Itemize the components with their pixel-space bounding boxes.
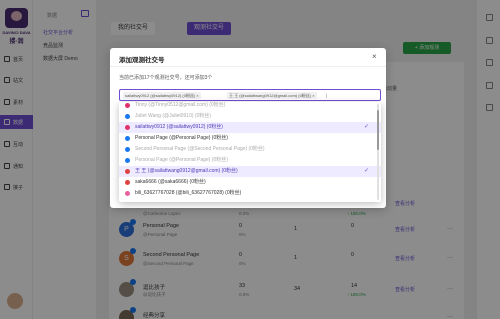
option-label: sailattwy0912 (@sailattwy0912) (0粉丝) <box>135 124 223 130</box>
weibo-icon <box>125 180 130 185</box>
facebook-icon <box>125 114 130 119</box>
dropdown-option[interactable]: Tinny (@Tinny0512@gmail.com) (0粉丝) <box>119 102 381 111</box>
selected-chip[interactable]: sailattwy0912 (@sailattwy0912) (0粉丝) × <box>123 92 201 99</box>
option-label: saka6666 (@saka6666) (0粉丝) <box>135 179 206 185</box>
divider <box>110 66 386 67</box>
app-root: DAVINCI DAVA 搂·润 首页 站文 素材 数据 互动 通知 接子 数据… <box>0 0 500 319</box>
instagram-icon <box>125 103 130 108</box>
weibo-icon <box>125 169 130 174</box>
dropdown-option[interactable]: sailattwy0912 (@sailattwy0912) (0粉丝) ✓ <box>119 122 381 133</box>
dropdown-option[interactable]: Personal Page (@Personal Page) (0粉丝) <box>119 133 381 144</box>
option-label: Personal Page (@Personal Page) (0粉丝) <box>135 135 228 141</box>
scrollbar-thumb[interactable] <box>377 110 379 150</box>
dropdown-option[interactable]: Second Personal Page (@Second Personal P… <box>119 144 381 155</box>
option-label: Juliet Wang (@Juliet0910) (0粉丝) <box>135 113 212 119</box>
modal-description: 当前已添加17个观测社交号，还可添加3个 <box>119 75 213 81</box>
bilibili-icon <box>125 191 130 196</box>
close-icon[interactable]: × <box>372 52 377 61</box>
option-label: Tinny (@Tinny0512@gmail.com) (0粉丝) <box>135 102 226 108</box>
modal-title: 添加观测社交号 <box>119 57 165 64</box>
select-cursor: | <box>326 93 328 98</box>
dropdown-option[interactable]: 王 王 (@sailattwang0912@gmail.com) (0粉丝) ✓ <box>119 166 381 177</box>
check-icon: ✓ <box>364 168 370 174</box>
selected-chip[interactable]: 王 王 (@sailattwang0912@gmail.com) (0粉丝) × <box>227 92 317 99</box>
dropdown-option[interactable]: saka6666 (@saka6666) (0粉丝) <box>119 177 381 188</box>
account-dropdown: Tinny (@Tinny0512@gmail.com) (0粉丝) Julie… <box>119 102 381 202</box>
dropdown-option[interactable]: Juliet Wang (@Juliet0910) (0粉丝) <box>119 111 381 122</box>
option-label: bili_63627767028 (@bili_63627767028) (0粉… <box>135 190 242 196</box>
account-select[interactable]: sailattwy0912 (@sailattwy0912) (0粉丝) × 王… <box>119 89 381 101</box>
option-label: Personal Page (@Personal Page) (0粉丝) <box>135 157 228 163</box>
facebook-icon <box>125 147 130 152</box>
check-icon: ✓ <box>364 124 370 130</box>
dropdown-option[interactable]: Personal Page (@Personal Page) (0粉丝) <box>119 155 381 166</box>
instagram-icon <box>125 125 130 130</box>
facebook-icon <box>125 136 130 141</box>
option-label: Second Personal Page (@Second Personal P… <box>135 146 265 152</box>
dropdown-option[interactable]: bili_63627767028 (@bili_63627767028) (0粉… <box>119 188 381 199</box>
option-label: 王 王 (@sailattwang0912@gmail.com) (0粉丝) <box>135 168 238 174</box>
facebook-icon <box>125 158 130 163</box>
